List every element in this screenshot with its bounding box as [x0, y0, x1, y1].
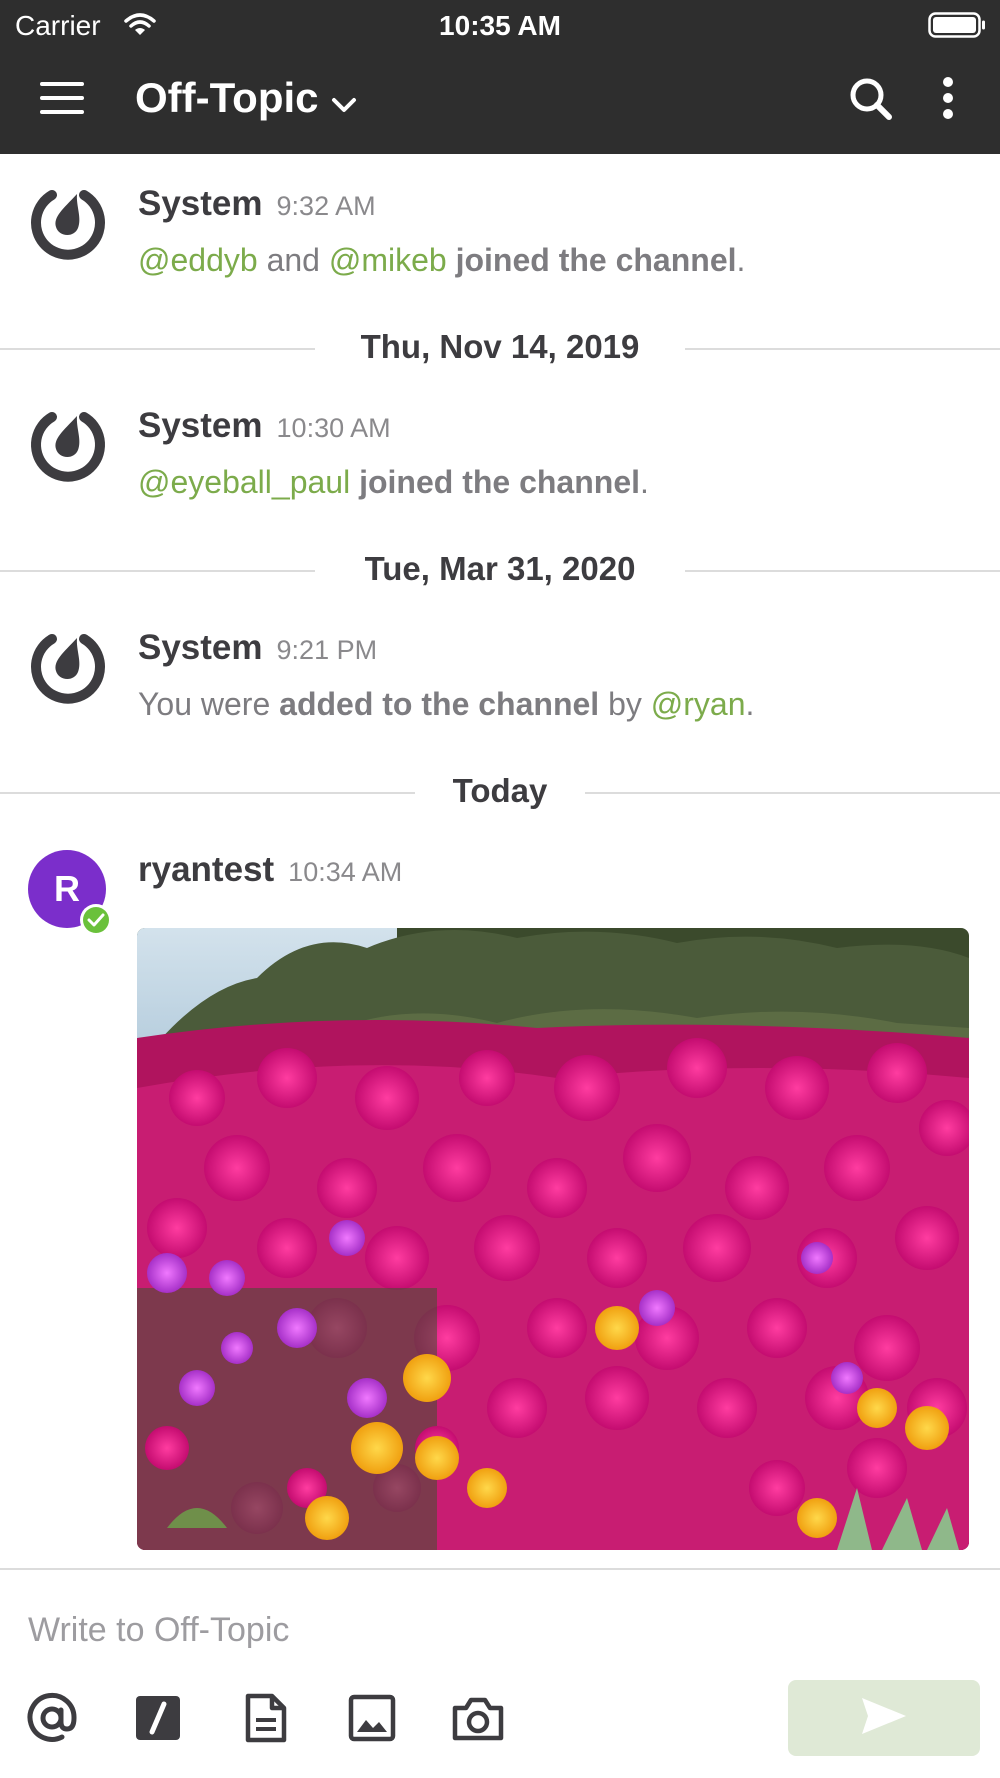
period: . [745, 686, 755, 722]
date-label: Today [452, 772, 548, 809]
message-input[interactable] [28, 1600, 928, 1660]
post-author[interactable]: System [138, 184, 263, 224]
user-post-header: ryantest 10:34 AM [0, 820, 1000, 920]
post-header: ryantest 10:34 AM [138, 850, 402, 890]
date-separator: Today [0, 766, 1000, 818]
post-author[interactable]: System [138, 406, 263, 446]
camera-icon[interactable] [450, 1690, 506, 1746]
channel-title-dropdown[interactable]: Off-Topic [135, 72, 357, 124]
system-post: System 9:21 PM You were added to the cha… [0, 598, 1000, 788]
channel-header: Off-Topic [0, 50, 1000, 154]
status-time: 10:35 AM [439, 10, 561, 41]
period: . [736, 242, 746, 278]
date-label: Thu, Nov 14, 2019 [360, 328, 640, 365]
mattermost-logo-icon [28, 182, 108, 262]
send-icon [860, 1696, 908, 1741]
file-icon[interactable] [238, 1690, 294, 1746]
message-by: by [608, 686, 642, 722]
user-mention[interactable]: @ryan [651, 686, 746, 722]
image-attachment-flowers[interactable] [137, 928, 969, 1550]
date-separator: Thu, Nov 14, 2019 [0, 322, 1000, 374]
separator-line [685, 570, 1000, 572]
image-icon[interactable] [344, 1690, 400, 1746]
composer-divider [0, 1568, 1000, 1570]
post-message: You were added to the channel by @ryan. [138, 686, 754, 723]
post-time: 10:34 AM [288, 857, 403, 887]
slash-command-icon[interactable] [130, 1690, 186, 1746]
action-text: joined the channel [359, 464, 640, 500]
post-time: 9:32 AM [276, 191, 376, 221]
post-header: System 9:21 PM [138, 628, 377, 668]
system-post: System 10:30 AM @eyeball_paul joined the… [0, 376, 1000, 566]
date-label: Tue, Mar 31, 2020 [364, 550, 636, 587]
period: . [640, 464, 649, 500]
separator-line [685, 348, 1000, 350]
message-prefix: You were [138, 686, 271, 722]
status-bar: Carrier 10:35 AM [0, 0, 1000, 50]
at-mention-icon[interactable] [24, 1690, 80, 1746]
post-header: System 9:32 AM [138, 184, 376, 224]
post-header: System 10:30 AM [138, 406, 391, 446]
date-separator: Tue, Mar 31, 2020 [0, 544, 1000, 596]
user-mention[interactable]: @mikeb [329, 242, 447, 278]
chevron-down-icon [331, 76, 357, 124]
post-time: 9:21 PM [276, 635, 378, 665]
separator-line [585, 792, 1000, 794]
search-icon[interactable] [848, 76, 898, 128]
action-text: joined the channel [455, 242, 737, 278]
hamburger-menu-icon[interactable] [38, 80, 90, 126]
post-author[interactable]: ryantest [138, 850, 274, 890]
conjunction: and [266, 242, 320, 278]
channel-name: Off-Topic [135, 74, 319, 121]
battery-icon [928, 12, 986, 43]
system-post: System 9:32 AM @eddyb and @mikeb joined … [0, 154, 1000, 344]
post-message: @eyeball_paul joined the channel. [138, 464, 649, 501]
send-button[interactable] [788, 1680, 980, 1756]
user-mention[interactable]: @eddyb [138, 242, 258, 278]
user-mention[interactable]: @eyeball_paul [138, 464, 350, 500]
post-author[interactable]: System [138, 628, 263, 668]
post-time: 10:30 AM [276, 413, 391, 443]
more-vertical-icon[interactable] [940, 76, 970, 128]
mattermost-logo-icon [28, 404, 108, 484]
mattermost-logo-icon [28, 626, 108, 706]
action-text: added to the channel [279, 686, 600, 722]
post-message: @eddyb and @mikeb joined the channel. [138, 242, 745, 279]
